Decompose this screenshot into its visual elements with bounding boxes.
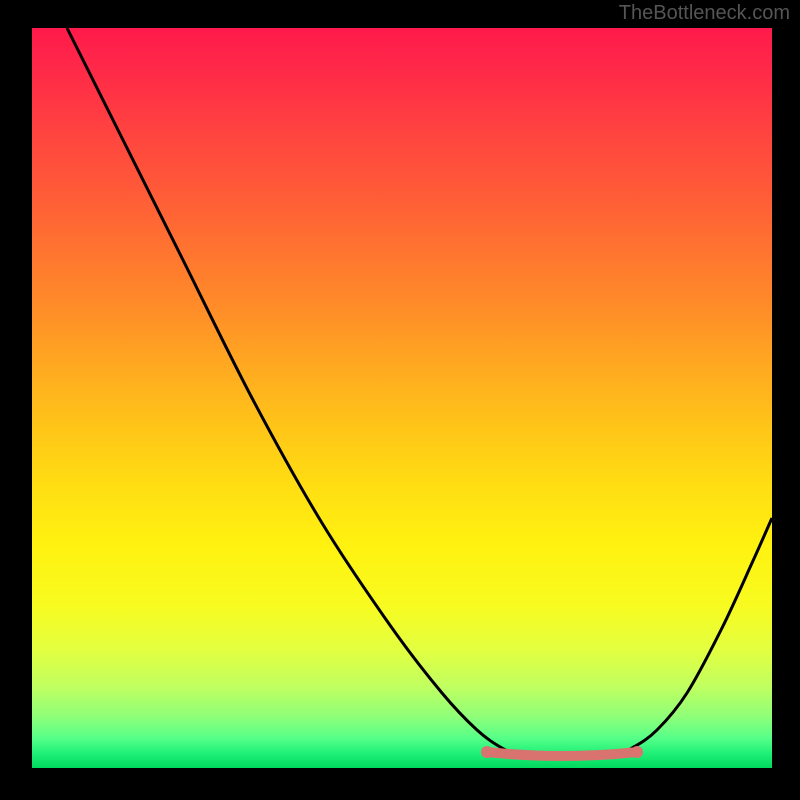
chart-plot-area: [32, 28, 772, 768]
optimal-range-dot-left: [481, 746, 493, 758]
optimal-range-marker: [487, 752, 637, 756]
chart-svg: [32, 28, 772, 768]
optimal-range-dot-right: [631, 746, 643, 758]
bottleneck-curve: [67, 28, 772, 758]
attribution-text: TheBottleneck.com: [619, 2, 790, 25]
